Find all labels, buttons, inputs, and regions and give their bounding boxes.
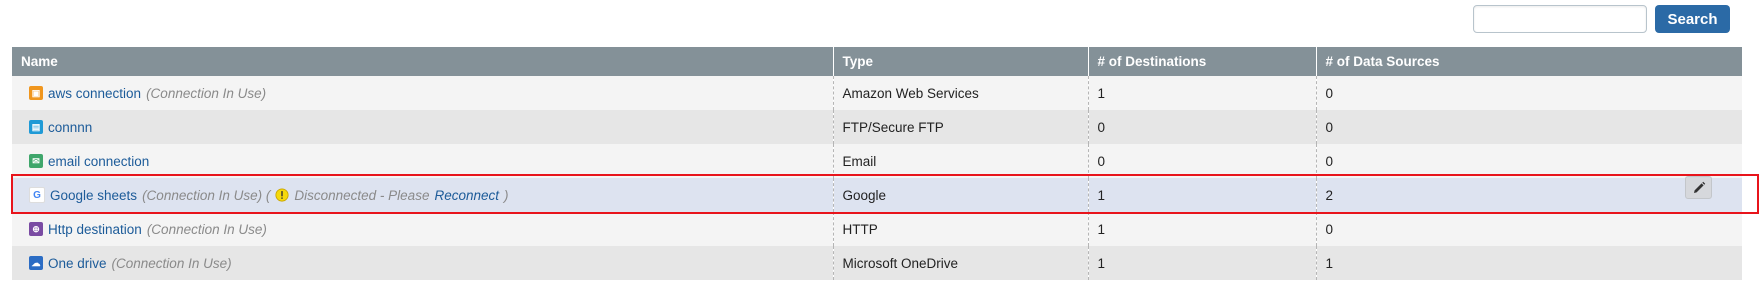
column-header-destinations[interactable]: # of Destinations [1088, 47, 1317, 76]
connection-name-link[interactable]: aws connection [48, 86, 141, 101]
reconnect-link[interactable]: Reconnect [434, 188, 499, 203]
destinations-count: 0 [1088, 110, 1317, 144]
data-sources-count: 0 [1316, 110, 1742, 144]
destinations-count: 1 [1088, 178, 1317, 212]
disconnected-status: Disconnected - Please [294, 187, 430, 203]
connection-note: (Connection In Use) ( [142, 187, 271, 203]
table-row[interactable]: ▤ connnn FTP/Secure FTP 0 0 [12, 110, 1742, 144]
table-row[interactable]: ☁ One drive (Connection In Use) Microsof… [12, 246, 1742, 280]
pencil-icon [1693, 181, 1705, 193]
search-input[interactable] [1473, 5, 1647, 33]
destinations-count: 1 [1088, 246, 1317, 280]
connection-name-link[interactable]: Http destination [48, 222, 142, 237]
aws-icon: ▣ [29, 86, 43, 100]
search-button[interactable]: Search [1655, 5, 1730, 33]
connection-type: Google [833, 178, 1089, 212]
connection-name-link[interactable]: connnn [48, 120, 92, 135]
connections-table: Name Type # of Destinations # of Data So… [12, 47, 1742, 280]
data-sources-count: 1 [1316, 246, 1742, 280]
table-row[interactable]: ✉ email connection Email 0 0 [12, 144, 1742, 178]
table-row-selected[interactable]: G Google sheets (Connection In Use) ( Di… [12, 178, 1742, 212]
google-icon: G [29, 187, 45, 203]
data-sources-count: 2 [1316, 178, 1742, 212]
status-close-paren: ) [504, 187, 509, 203]
email-icon: ✉ [29, 154, 43, 168]
onedrive-icon: ☁ [29, 256, 43, 270]
connection-note: (Connection In Use) [146, 85, 267, 101]
table-header-row: Name Type # of Destinations # of Data So… [12, 47, 1742, 76]
ftp-icon: ▤ [29, 120, 43, 134]
destinations-count: 0 [1088, 144, 1317, 178]
table-row[interactable]: ▣ aws connection (Connection In Use) Ama… [12, 76, 1742, 110]
data-sources-count: 0 [1316, 76, 1742, 110]
http-icon: ⊕ [29, 222, 43, 236]
warning-icon [275, 188, 289, 202]
connection-type: Microsoft OneDrive [833, 246, 1089, 280]
table-row[interactable]: ⊕ Http destination (Connection In Use) H… [12, 212, 1742, 246]
destinations-count: 1 [1088, 212, 1317, 246]
column-header-data-sources[interactable]: # of Data Sources [1316, 47, 1742, 76]
connection-note: (Connection In Use) [146, 221, 267, 237]
connection-type: Email [833, 144, 1089, 178]
connection-type: FTP/Secure FTP [833, 110, 1089, 144]
connection-name-link[interactable]: One drive [48, 256, 107, 271]
connection-name-link[interactable]: email connection [48, 154, 149, 169]
data-sources-count: 0 [1316, 212, 1742, 246]
data-sources-count: 0 [1316, 144, 1742, 178]
connection-name-link[interactable]: Google sheets [50, 188, 137, 203]
toolbar: Search [0, 0, 1761, 44]
connection-note: (Connection In Use) [111, 255, 232, 271]
column-header-type[interactable]: Type [833, 47, 1089, 76]
column-header-name[interactable]: Name [12, 47, 834, 76]
edit-button[interactable] [1685, 176, 1712, 199]
connection-type: HTTP [833, 212, 1089, 246]
connection-type: Amazon Web Services [833, 76, 1089, 110]
destinations-count: 1 [1088, 76, 1317, 110]
